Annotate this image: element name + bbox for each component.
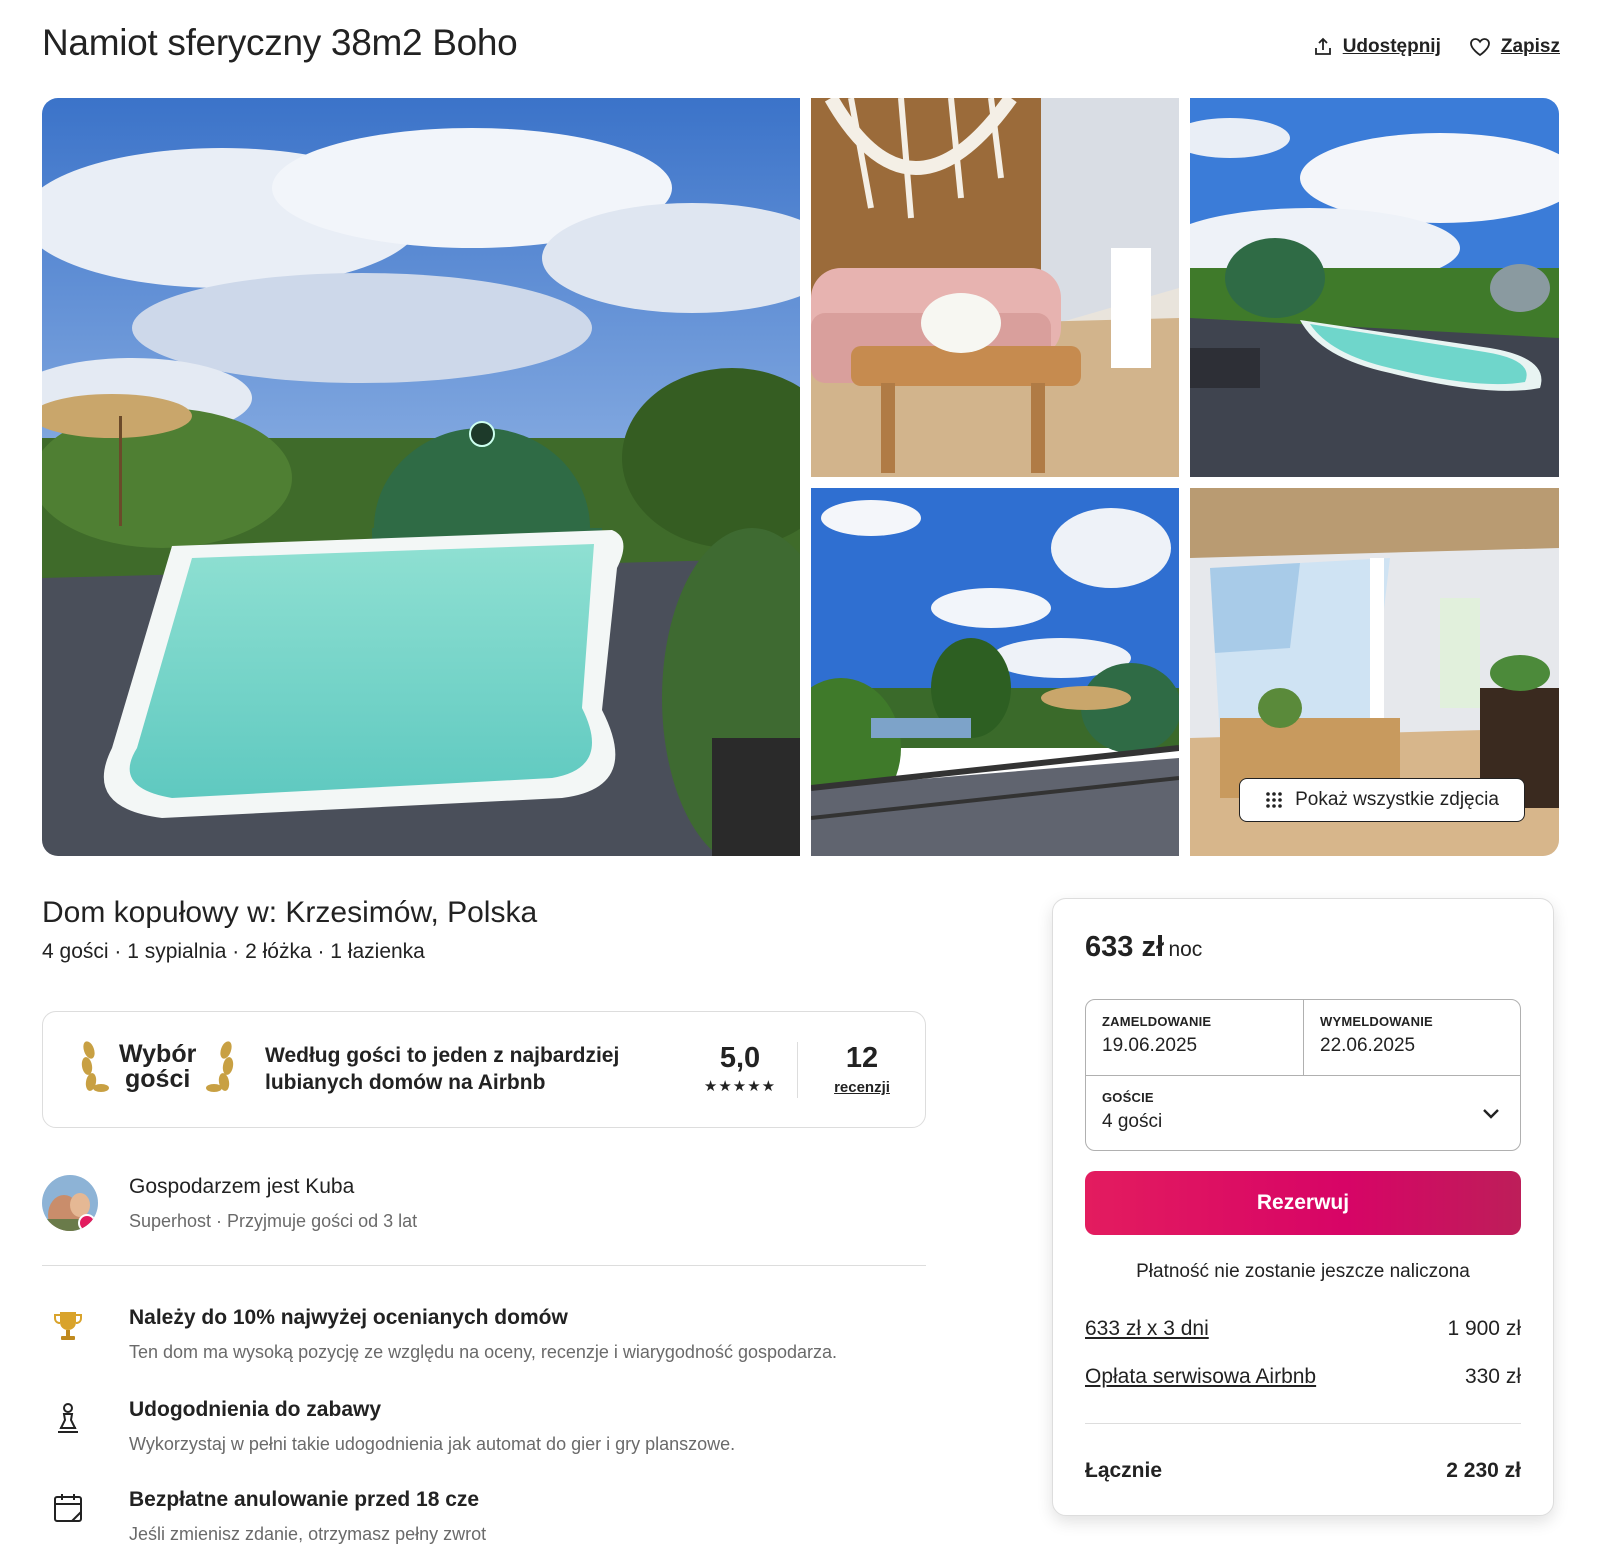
checkin-value: 19.06.2025 — [1102, 1035, 1198, 1056]
photo-pool-dome-exterior[interactable] — [42, 98, 800, 856]
checkout-field[interactable]: WYMELDOWANIE 22.06.2025 — [1304, 1000, 1520, 1076]
price-line-fee: Opłata serwisowa Airbnb 330 zł — [1085, 1365, 1521, 1389]
highlight-text: Ten dom ma wysoką pozycję ze względu na … — [129, 1342, 838, 1362]
photo-gallery: Pokaż wszystkie zdjęcia — [42, 98, 1559, 856]
guest-favorite-line1: Wybór — [119, 1040, 197, 1068]
no-charge-note: Płatność nie zostanie jeszcze naliczona — [1136, 1261, 1470, 1282]
grid-dots-icon — [1266, 792, 1282, 808]
service-fee-link[interactable]: Opłata serwisowa Airbnb — [1085, 1365, 1316, 1389]
price-amount: 633 zł — [1085, 931, 1164, 963]
listing-specs: 4 gości · 1 sypialnia · 2 łóżka · 1 łazi… — [42, 940, 425, 963]
rating-stars: ★★★★★ — [703, 1078, 777, 1095]
listing-subtitle: Dom kopułowy w: Krzesimów, Polska — [42, 896, 538, 929]
reviews-link[interactable]: recenzji — [815, 1079, 909, 1096]
save-button[interactable]: Zapisz — [1469, 36, 1560, 58]
guest-favorite-banner[interactable]: Wybór gości Według gości to jeden z najb… — [42, 1011, 926, 1128]
host-meta: Superhost · Przyjmuje gości od 3 lat — [129, 1211, 418, 1231]
host-avatar[interactable] — [42, 1175, 98, 1231]
laurel-right-icon — [206, 1041, 234, 1092]
card-divider — [1085, 1423, 1521, 1424]
guest-favorite-badge: Wybór gości — [79, 1040, 236, 1094]
page-title: Namiot sferyczny 38m2 Boho — [42, 22, 518, 63]
trophy-icon — [54, 1312, 82, 1340]
chevron-down-icon — [1483, 1109, 1499, 1119]
photo-pool-aerial-view[interactable] — [1190, 98, 1559, 477]
chess-pawn-icon — [58, 1403, 78, 1433]
guests-value: 4 gości — [1102, 1111, 1163, 1132]
share-icon — [1314, 37, 1331, 55]
laurel-left-icon — [81, 1041, 109, 1092]
reviews-count: 12 — [845, 1042, 879, 1074]
highlight-title: Udogodnienia do zabawy — [129, 1398, 382, 1421]
highlight-title: Bezpłatne anulowanie przed 18 cze — [129, 1488, 480, 1511]
show-all-photos-label: Pokaż wszystkie zdjęcia — [1295, 789, 1499, 810]
price-line-nights: 633 zł x 3 dni 1 900 zł — [1085, 1317, 1521, 1341]
guests-selector[interactable]: GOŚCIE 4 gości — [1086, 1076, 1520, 1150]
guest-favorite-line2: gości — [125, 1065, 191, 1093]
host-name: Gospodarzem jest Kuba — [129, 1175, 355, 1198]
nightly-price: 633 zł noc — [1085, 931, 1202, 964]
nights-value: 1 900 zł — [1447, 1317, 1521, 1340]
share-label: Udostępnij — [1342, 36, 1441, 57]
booking-card: 633 zł noc ZAMELDOWANIE 19.06.2025 WYMEL… — [1052, 898, 1554, 1516]
top-actions: Udostępnij Zapisz — [1313, 36, 1560, 58]
reviews-block[interactable]: 12 recenzji — [815, 1042, 909, 1096]
photo-deck-lake-view[interactable] — [811, 488, 1179, 856]
highlight-title: Należy do 10% najwyżej ocenianych domów — [129, 1306, 568, 1329]
divider — [797, 1042, 798, 1098]
checkin-field[interactable]: ZAMELDOWANIE 19.06.2025 — [1086, 1000, 1304, 1076]
nights-breakdown-link[interactable]: 633 zł x 3 dni — [1085, 1317, 1209, 1341]
total-value: 2 230 zł — [1446, 1459, 1521, 1482]
checkout-label: WYMELDOWANIE — [1320, 1014, 1433, 1029]
share-button[interactable]: Udostępnij — [1313, 36, 1441, 58]
rating-value: 5,0 — [719, 1042, 761, 1074]
calendar-icon — [54, 1494, 82, 1522]
total-line: Łącznie 2 230 zł — [1085, 1459, 1521, 1483]
save-label: Zapisz — [1500, 36, 1560, 57]
guest-favorite-description: Według gości to jeden z najbardziej lubi… — [265, 1044, 620, 1094]
highlight-text: Jeśli zmienisz zdanie, otrzymasz pełny z… — [129, 1524, 487, 1544]
total-label: Łącznie — [1085, 1459, 1163, 1482]
guests-label: GOŚCIE — [1102, 1090, 1154, 1105]
highlight-text: Wykorzystaj w pełni takie udogodnienia j… — [129, 1434, 736, 1454]
heart-icon — [1469, 38, 1490, 57]
reserve-button[interactable]: Rezerwuj — [1085, 1171, 1521, 1235]
date-guest-picker: ZAMELDOWANIE 19.06.2025 WYMELDOWANIE 22.… — [1085, 999, 1521, 1151]
checkout-value: 22.06.2025 — [1320, 1035, 1416, 1056]
rating-block: 5,0 ★★★★★ — [685, 1042, 795, 1095]
section-divider — [42, 1265, 926, 1266]
show-all-photos-button[interactable]: Pokaż wszystkie zdjęcia — [1239, 778, 1525, 822]
photo-boho-living-room[interactable] — [811, 98, 1179, 477]
service-fee-value: 330 zł — [1464, 1365, 1521, 1388]
checkin-label: ZAMELDOWANIE — [1102, 1014, 1212, 1029]
price-unit: noc — [1168, 938, 1203, 961]
